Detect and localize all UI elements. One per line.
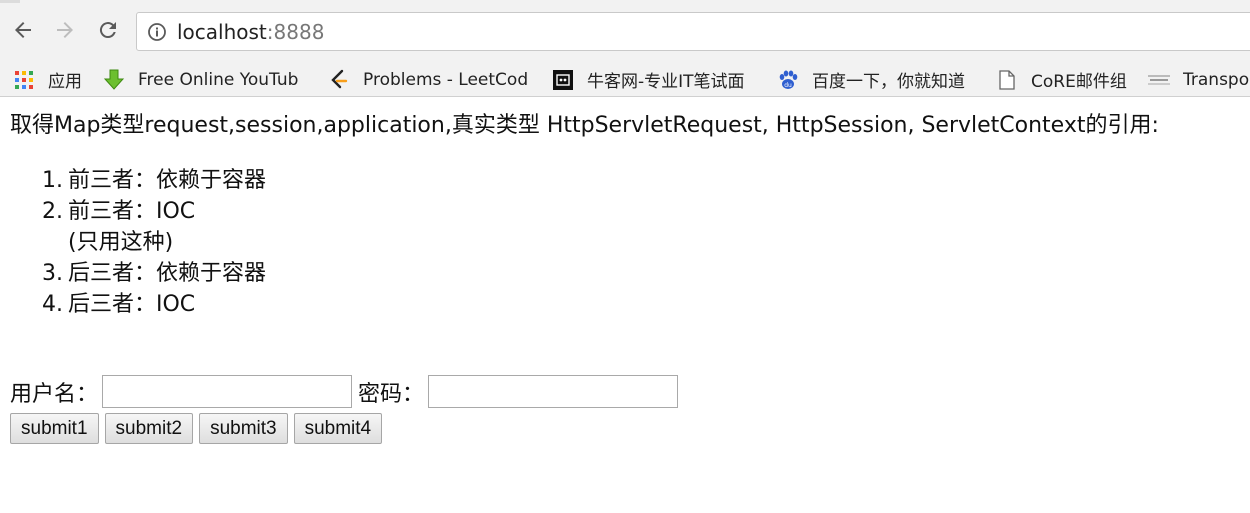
bookmark-apps[interactable]: 应用 — [13, 62, 93, 97]
list-item: 3. 后三者：依赖于容器 — [10, 258, 266, 289]
tab-edge — [0, 0, 20, 3]
bookmark-label: CoRE邮件组 — [1031, 72, 1127, 92]
bookmark-label: 百度一下，你就知道 — [812, 72, 965, 92]
bookmarks-bar: 应用 Free Online YouTub Problems - LeetCod — [0, 62, 1250, 97]
browser-toolbar: localhost:8888 — [0, 0, 1250, 62]
option-link[interactable]: 前三者：依赖于容器 — [68, 168, 266, 193]
login-form-row: 用户名： 密码： — [10, 375, 684, 408]
bookmark-label: 牛客网-专业IT笔试面 — [587, 72, 745, 92]
option-link[interactable]: 后三者：依赖于容器 — [68, 261, 266, 286]
bookmark-label: Free Online YouTub — [138, 69, 299, 90]
url-port: :8888 — [266, 20, 325, 44]
username-label: 用户名： — [10, 381, 99, 407]
url-text[interactable]: localhost:8888 — [177, 21, 324, 43]
bookmark-leetcode[interactable]: Problems - LeetCod — [328, 62, 535, 97]
submit3-button[interactable]: submit3 — [199, 413, 288, 444]
svg-text:du: du — [784, 82, 792, 89]
list-number: 4. — [42, 292, 63, 317]
site-icon — [1148, 69, 1170, 91]
back-arrow-icon — [15, 22, 31, 38]
list-item: 2. 前三者：IOC (只用这种) — [10, 196, 266, 258]
reload-icon — [99, 22, 116, 39]
intro-text: 取得Map类型request,session,application,真实类型 … — [10, 113, 1159, 138]
options-list: 1. 前三者：依赖于容器 2. 前三者：IOC (只用这种) 3. 后三者：依赖… — [10, 165, 266, 320]
submit4-button[interactable]: submit4 — [293, 413, 383, 444]
password-input[interactable] — [428, 375, 679, 408]
bookmark-label: Problems - LeetCod — [363, 69, 529, 90]
page-icon — [996, 69, 1018, 91]
address-bar[interactable]: localhost:8888 — [136, 12, 1250, 51]
reload-button[interactable] — [95, 17, 121, 43]
info-icon[interactable] — [147, 22, 167, 42]
bookmark-core[interactable]: CoRE邮件组 — [996, 62, 1136, 97]
baidu-paw-icon: du — [777, 69, 799, 91]
forward-button[interactable] — [52, 17, 78, 43]
download-arrow-icon — [103, 69, 125, 91]
list-item: 1. 前三者：依赖于容器 — [10, 165, 266, 196]
url-host: localhost — [177, 20, 267, 44]
submit-buttons: submit1 submit2 submit3 submit4 — [10, 413, 388, 444]
list-item: 4. 后三者：IOC — [10, 289, 266, 320]
nowcoder-icon — [552, 69, 574, 91]
back-button[interactable] — [10, 17, 36, 43]
list-number: 1. — [42, 168, 63, 193]
option-note: (只用这种) — [68, 230, 174, 255]
list-number: 2. — [42, 199, 63, 224]
submit1-button[interactable]: submit1 — [10, 413, 99, 444]
bookmark-nowcoder[interactable]: 牛客网-专业IT笔试面 — [552, 62, 760, 97]
forward-arrow-icon — [57, 22, 73, 38]
bookmark-baidu[interactable]: du 百度一下，你就知道 — [777, 62, 982, 97]
username-input[interactable] — [102, 375, 353, 408]
option-link[interactable]: 后三者：IOC — [68, 292, 195, 317]
bookmark-label: 应用 — [48, 72, 82, 92]
apps-grid-icon — [13, 69, 35, 91]
bookmark-youtube[interactable]: Free Online YouTub — [103, 62, 311, 97]
submit2-button[interactable]: submit2 — [104, 413, 194, 444]
leetcode-icon — [328, 69, 350, 91]
list-number: 3. — [42, 261, 63, 286]
bookmark-label: Transpo — [1183, 69, 1250, 90]
option-link[interactable]: 前三者：IOC — [68, 199, 195, 224]
bookmark-transpo[interactable]: Transpo — [1148, 62, 1250, 97]
password-label: 密码： — [358, 381, 425, 407]
